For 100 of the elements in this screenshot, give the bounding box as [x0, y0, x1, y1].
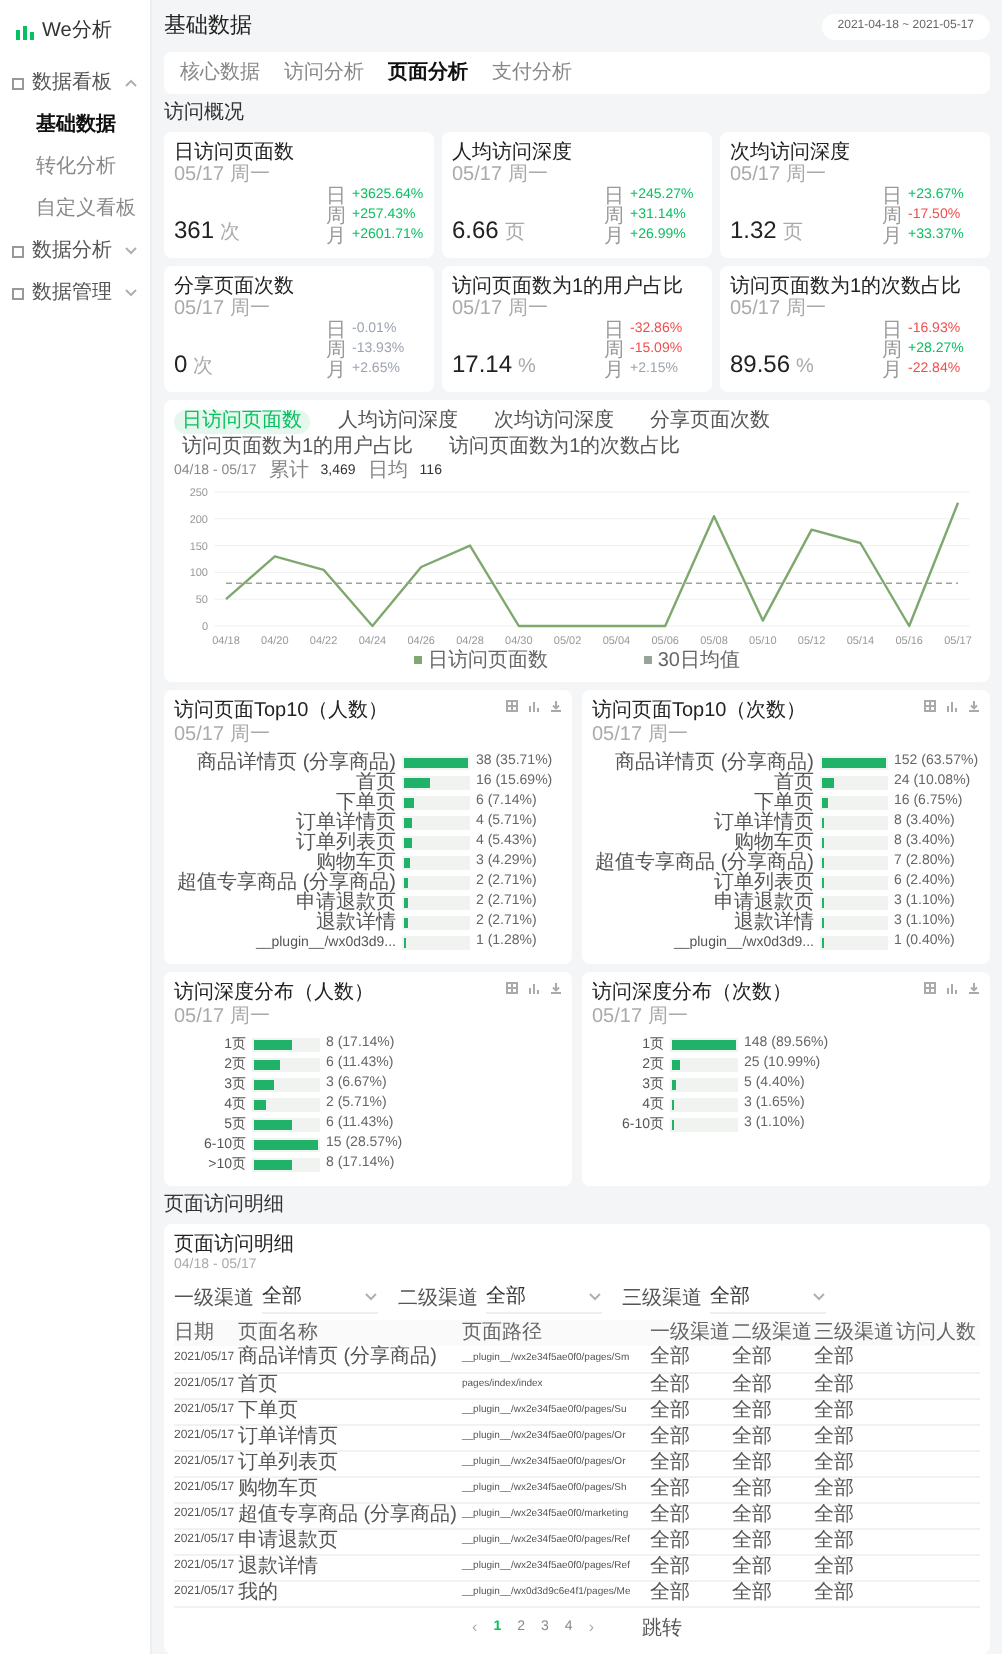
sidebar-item[interactable]: 转化分析 — [0, 146, 150, 188]
column-header[interactable]: 一级渠道 — [650, 1320, 732, 1346]
card-date: 05/17 周一 — [174, 723, 272, 747]
metric-value: 6.66 — [452, 213, 499, 247]
change-period: 月 — [604, 227, 624, 247]
table-cell: 订单详情页 — [238, 1424, 462, 1450]
sidebar-group[interactable]: 数据分析 — [0, 230, 150, 272]
jump-button[interactable]: 跳转 — [641, 1613, 682, 1643]
download-icon[interactable] — [550, 699, 562, 711]
metric-title: 访问页面数为1的次数占比 — [730, 275, 964, 297]
bar-label: 超值专享商品 (分享商品) — [175, 873, 396, 893]
bar-chart-icon[interactable] — [528, 699, 540, 711]
table-cell: 全部 — [650, 1580, 732, 1606]
bar-label: 订单详情页 — [294, 813, 396, 833]
filter-select[interactable]: 全部 — [486, 1282, 602, 1314]
metric-title: 分享页面次数 — [174, 275, 296, 297]
bar-chart-icon[interactable] — [946, 981, 958, 993]
bar-label: 购物车页 — [316, 853, 396, 873]
change-period: 日 — [882, 321, 902, 341]
bar-label: 申请退款页 — [712, 893, 814, 913]
table-cell: 全部 — [650, 1554, 732, 1580]
filter-select[interactable]: 全部 — [710, 1282, 826, 1314]
column-header[interactable]: 三级渠道 — [814, 1320, 896, 1346]
legend-label: 30日均值 — [657, 649, 740, 671]
metric-date: 05/17 周一 — [452, 163, 550, 185]
legend-label: 日访问页面数 — [428, 649, 548, 671]
metric-value: 361 — [174, 213, 215, 247]
bar-label: 申请退款页 — [294, 893, 396, 913]
column-header[interactable]: 二级渠道 — [732, 1320, 814, 1346]
download-icon[interactable] — [968, 699, 980, 711]
table-cell: 全部 — [650, 1424, 732, 1450]
sidebar-item[interactable]: 基础数据 — [0, 104, 150, 146]
change-period: 月 — [326, 227, 346, 247]
section-title: 页面访问明细 — [164, 1193, 286, 1215]
metric-value: 0 — [174, 347, 188, 381]
metric-date: 05/17 周一 — [174, 297, 272, 319]
tab[interactable]: 支付分析 — [492, 57, 572, 87]
card-date: 05/17 周一 — [592, 723, 690, 747]
card-title: 访问页面Top10（次数） — [592, 699, 807, 723]
column-header[interactable]: 日期 — [174, 1320, 238, 1346]
sidebar-item[interactable]: 自定义看板 — [0, 188, 150, 230]
table-cell: 全部 — [814, 1398, 896, 1424]
tab[interactable]: 页面分析 — [388, 57, 468, 87]
metric-tab[interactable]: 次均访问深度 — [486, 409, 622, 433]
change-period: 日 — [326, 321, 346, 341]
table-icon[interactable] — [924, 699, 936, 711]
table-cell: 全部 — [732, 1450, 814, 1476]
chevron-down-icon — [588, 1292, 602, 1302]
column-header[interactable]: 页面路径 — [462, 1320, 650, 1346]
metric-unit: 次 — [220, 219, 241, 247]
metric-title: 访问页面数为1的用户占比 — [452, 275, 686, 297]
change-period: 周 — [882, 207, 902, 227]
table-cell: 首页 — [238, 1372, 462, 1398]
change-period: 月 — [882, 361, 902, 381]
table-cell: 商品详情页 (分享商品) — [238, 1346, 462, 1372]
bar-label: 订单列表页 — [294, 833, 396, 853]
bar-label: 商品详情页 (分享商品) — [613, 753, 814, 773]
sidebar-group[interactable]: 数据管理 — [0, 272, 150, 314]
download-icon[interactable] — [550, 981, 562, 993]
change-period: 月 — [882, 227, 902, 247]
tab[interactable]: 核心数据 — [180, 57, 260, 87]
bar-chart-icon[interactable] — [528, 981, 540, 993]
metric-date: 05/17 周一 — [452, 297, 550, 319]
bar-chart-icon[interactable] — [946, 699, 958, 711]
table-cell: 全部 — [650, 1450, 732, 1476]
metric-unit: % — [518, 353, 536, 381]
table-cell: 全部 — [732, 1528, 814, 1554]
metric-value: 17.14 — [452, 347, 513, 381]
metric-unit: 次 — [193, 353, 214, 381]
metric-tab[interactable]: 分享页面次数 — [642, 409, 778, 433]
table-icon[interactable] — [506, 699, 518, 711]
filter-select[interactable]: 全部 — [262, 1282, 378, 1314]
table-cell: 全部 — [732, 1346, 814, 1372]
table-cell: 全部 — [814, 1502, 896, 1528]
metric-tab[interactable]: 访问页面数为1的次数占比 — [441, 435, 689, 459]
change-period: 日 — [604, 187, 624, 207]
table-cell: 全部 — [732, 1424, 814, 1450]
sidebar-group[interactable]: 数据看板 — [0, 62, 150, 104]
table-cell: 超值专享商品 (分享商品) — [238, 1502, 462, 1528]
metric-tab[interactable]: 访问页面数为1的用户占比 — [174, 435, 422, 459]
metric-tab[interactable]: 人均访问深度 — [330, 409, 466, 433]
bar-chart-icon — [16, 23, 34, 39]
download-icon[interactable] — [968, 981, 980, 993]
metric-title: 人均访问深度 — [452, 141, 574, 163]
table-cell: 全部 — [650, 1502, 732, 1528]
tab[interactable]: 访问分析 — [284, 57, 364, 87]
legend-swatch — [414, 656, 422, 664]
legend-swatch — [643, 656, 652, 664]
filter-label: 二级渠道 — [398, 1285, 478, 1313]
filter-label: 三级渠道 — [622, 1285, 702, 1313]
table-icon[interactable] — [924, 981, 936, 993]
card-date: 05/17 周一 — [174, 1005, 272, 1029]
column-header[interactable]: 访问人数 — [896, 1320, 980, 1346]
metric-value: 1.32 — [730, 213, 777, 247]
table-cell: 购物车页 — [238, 1476, 462, 1502]
table-cell: 全部 — [732, 1372, 814, 1398]
table-cell: 全部 — [732, 1580, 814, 1606]
card-title: 访问页面Top10（人数） — [174, 699, 389, 723]
table-icon[interactable] — [506, 981, 518, 993]
column-header[interactable]: 页面名称 — [238, 1320, 462, 1346]
